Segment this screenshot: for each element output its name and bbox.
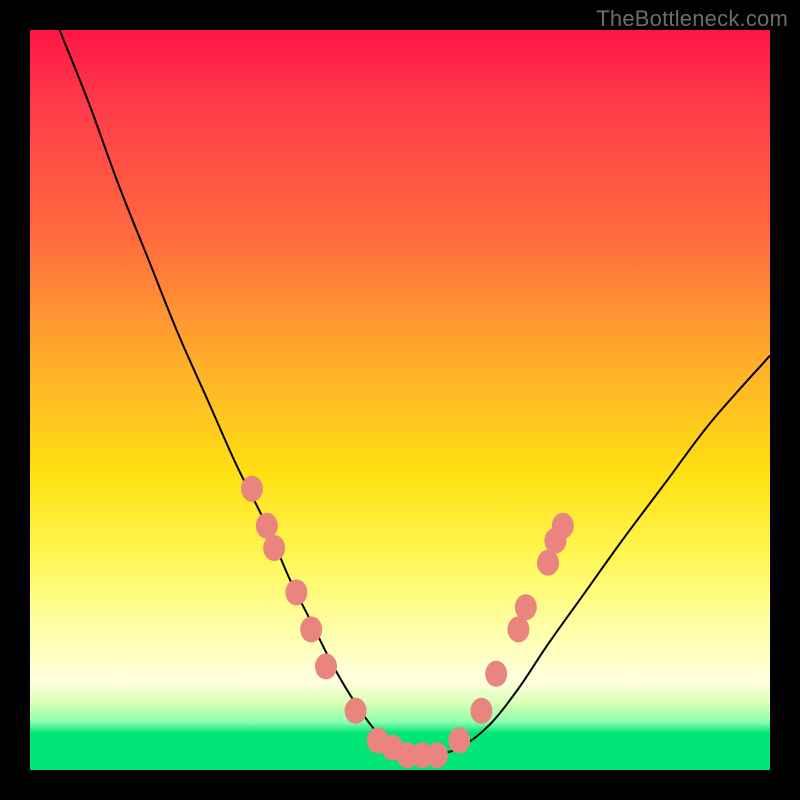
data-marker [515,594,537,620]
chart-svg [30,30,770,770]
data-markers [241,476,574,768]
data-marker [507,616,529,642]
data-marker [448,727,470,753]
data-marker [285,579,307,605]
data-marker [537,550,559,576]
bottleneck-curve [60,30,770,755]
data-marker [241,476,263,502]
data-marker [426,742,448,768]
data-marker [315,653,337,679]
watermark-text: TheBottleneck.com [596,6,788,32]
data-marker [345,698,367,724]
data-marker [552,513,574,539]
data-marker [470,698,492,724]
chart-plot-area [30,30,770,770]
data-marker [300,616,322,642]
data-marker [485,661,507,687]
data-marker [256,513,278,539]
data-marker [263,535,285,561]
